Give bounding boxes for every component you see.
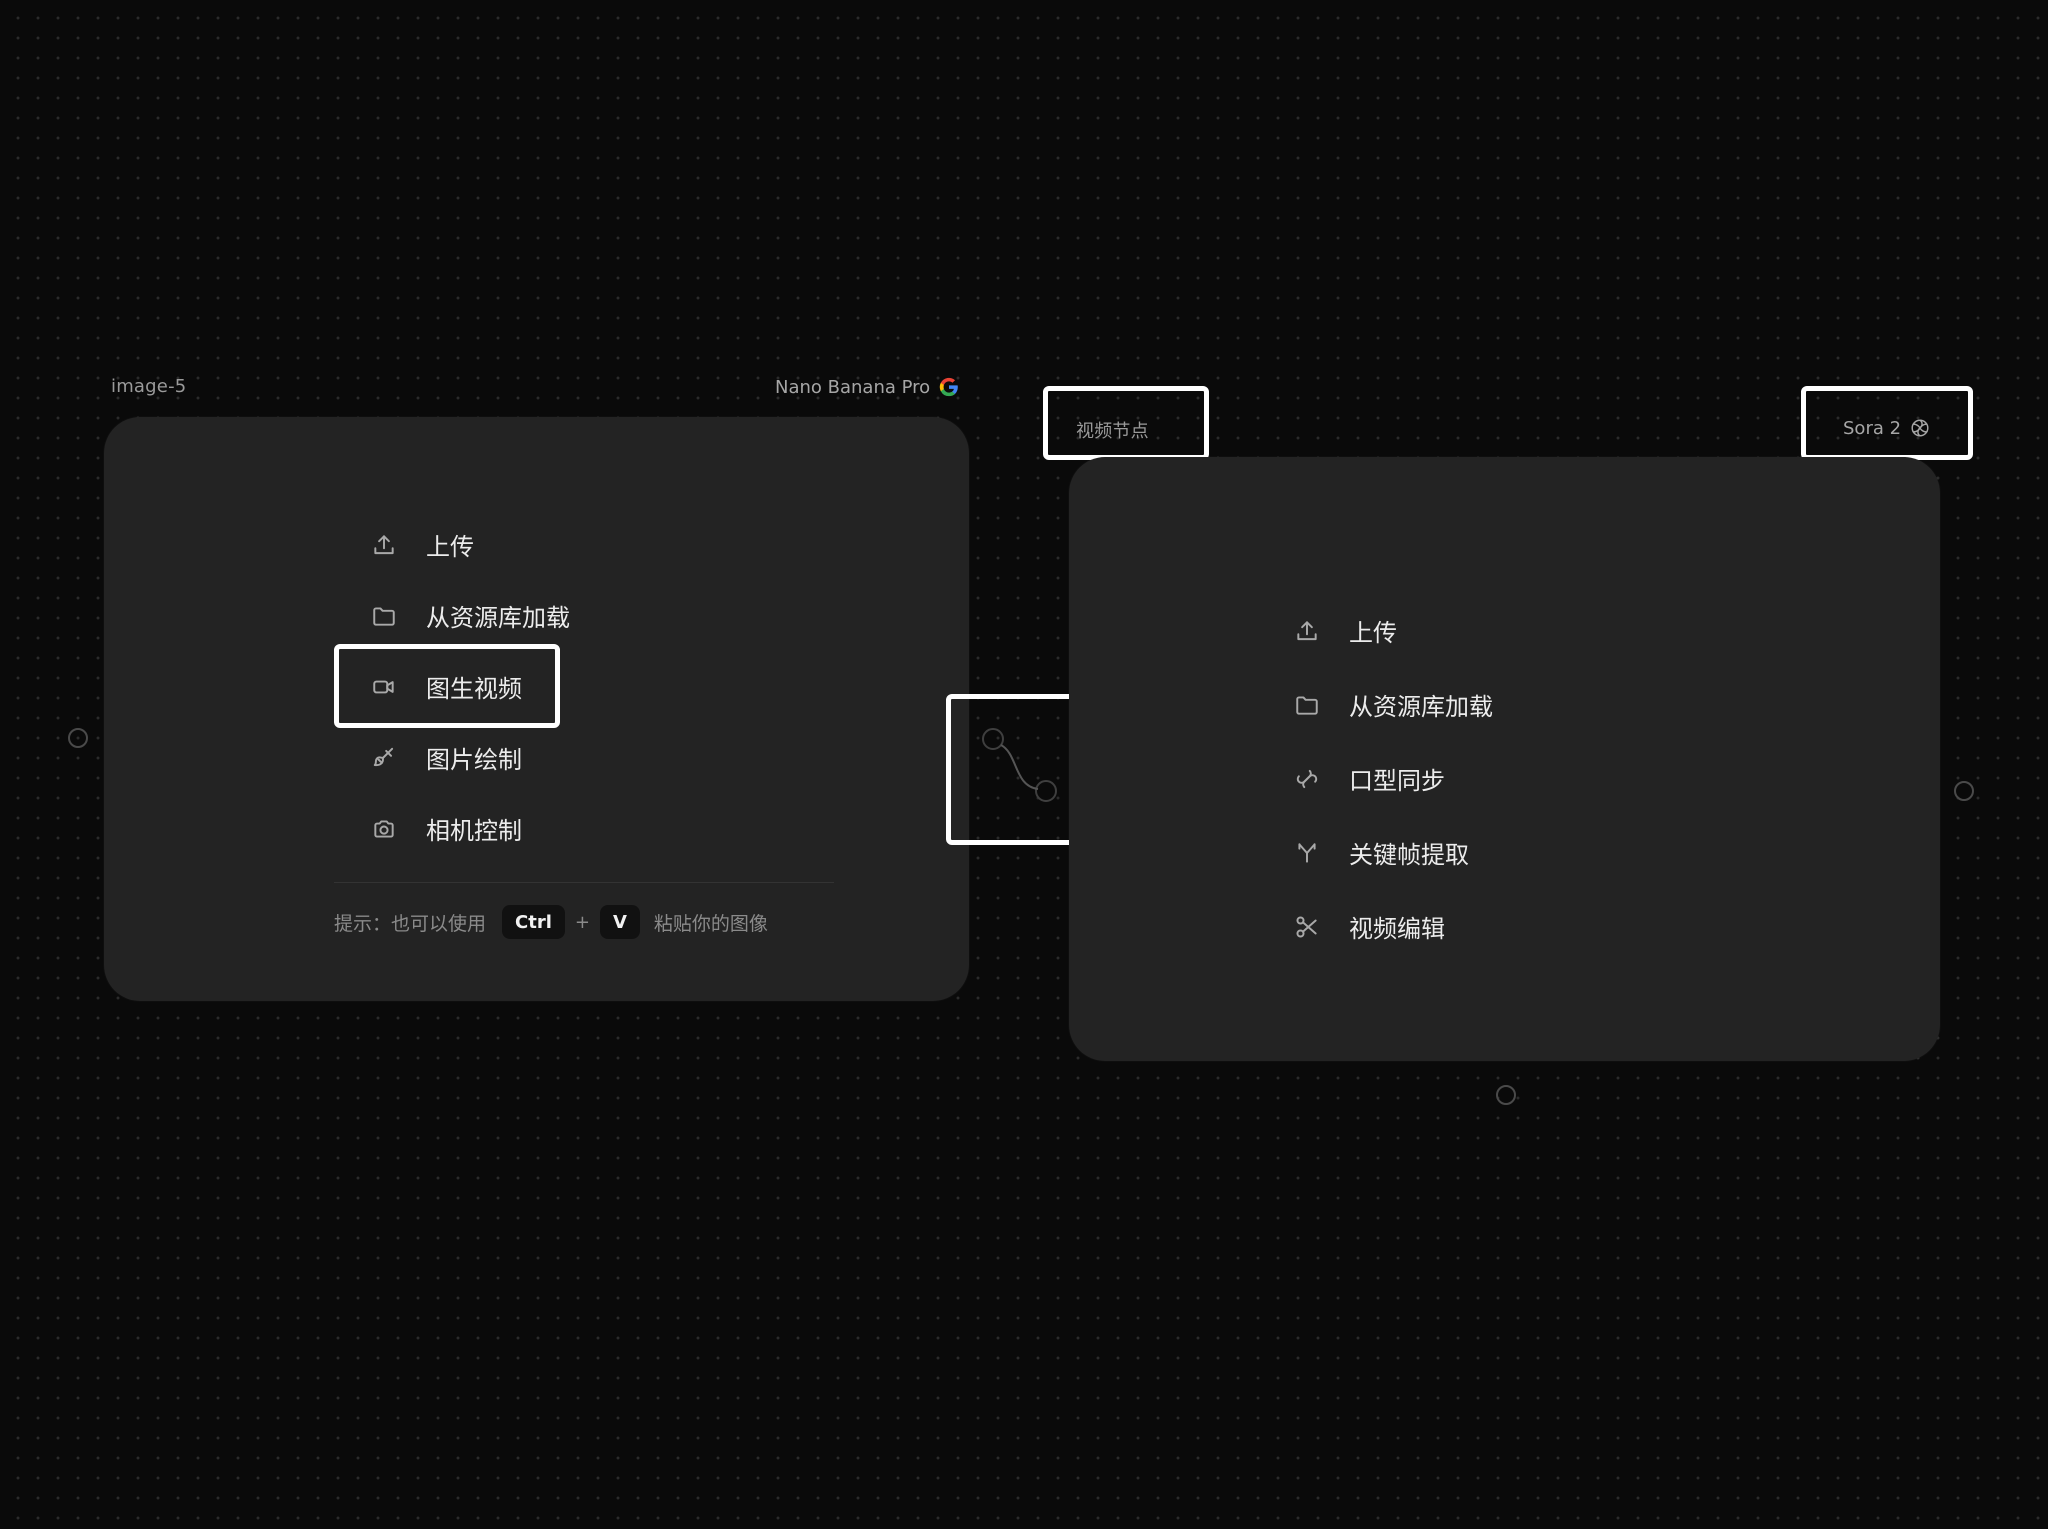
ctrl-key-badge: Ctrl — [502, 905, 565, 939]
left-node-model-label: Nano Banana Pro — [775, 376, 931, 398]
keyframe-icon — [1293, 839, 1321, 867]
right-menu-item-video-edit[interactable]: 视频编辑 — [1293, 891, 1493, 962]
left-node-input-port[interactable] — [68, 728, 88, 748]
left-menu-item-label: 从资源库加载 — [426, 604, 570, 632]
right-menu-item-load-library[interactable]: 从资源库加载 — [1293, 669, 1493, 740]
connection-start-port[interactable] — [982, 728, 1004, 750]
right-node-model[interactable]: Sora 2 — [1843, 417, 1931, 439]
right-menu-item-lip-sync[interactable]: 口型同步 — [1293, 743, 1493, 814]
scissors-icon — [1293, 913, 1321, 941]
workflow-canvas[interactable]: image-5 Nano Banana Pro 上传 从资源库加载 图生视频 图… — [0, 0, 2048, 1529]
folder-icon — [370, 602, 398, 630]
left-card-divider — [334, 882, 834, 883]
right-menu-item-label: 关键帧提取 — [1349, 841, 1469, 869]
left-menu-item-upload[interactable]: 上传 — [370, 509, 570, 580]
right-node-card[interactable]: 上传 从资源库加载 口型同步 关键帧提取 视频编辑 — [1069, 457, 1940, 1061]
left-menu-item-label: 上传 — [426, 533, 474, 561]
image-to-video-highlight — [334, 644, 560, 728]
connection-end-port[interactable] — [1035, 780, 1057, 802]
right-menu-item-label: 上传 — [1349, 619, 1397, 647]
left-node-model[interactable]: Nano Banana Pro — [775, 376, 960, 398]
right-menu-item-label: 口型同步 — [1349, 767, 1445, 795]
right-node-menu: 上传 从资源库加载 口型同步 关键帧提取 视频编辑 — [1293, 595, 1493, 962]
left-menu-item-load-library[interactable]: 从资源库加载 — [370, 580, 570, 651]
right-node-title[interactable]: 视频节点 — [1076, 417, 1149, 443]
plus-sign: + — [574, 911, 590, 933]
left-menu-item-camera-control[interactable]: 相机控制 — [370, 793, 570, 864]
left-menu-item-label: 图片绘制 — [426, 746, 522, 774]
hint-prefix: 提示：也可以使用 — [334, 912, 487, 935]
hint-suffix: 粘贴你的图像 — [653, 912, 768, 935]
left-menu-item-image-draw[interactable]: 图片绘制 — [370, 722, 570, 793]
camera-icon — [370, 815, 398, 843]
paste-hint: 提示：也可以使用 Ctrl + V 粘贴你的图像 — [334, 905, 768, 939]
right-menu-item-label: 视频编辑 — [1349, 915, 1445, 943]
left-node-title[interactable]: image-5 — [111, 376, 186, 397]
right-node-bottom-port[interactable] — [1496, 1085, 1516, 1105]
v-key-badge: V — [599, 905, 640, 939]
left-menu-item-label: 相机控制 — [426, 817, 522, 845]
right-menu-item-keyframe-extract[interactable]: 关键帧提取 — [1293, 817, 1493, 888]
lip-sync-icon — [1293, 765, 1321, 793]
right-menu-item-label: 从资源库加载 — [1349, 693, 1493, 721]
connection-line — [1000, 744, 1039, 790]
right-menu-item-upload[interactable]: 上传 — [1293, 595, 1493, 666]
google-g-icon — [938, 376, 960, 398]
openai-icon — [1909, 417, 1931, 439]
brush-icon — [370, 744, 398, 772]
right-node-output-port[interactable] — [1954, 781, 1974, 801]
folder-icon — [1293, 691, 1321, 719]
right-node-model-label: Sora 2 — [1843, 417, 1902, 439]
upload-icon — [370, 531, 398, 559]
upload-icon — [1293, 617, 1321, 645]
